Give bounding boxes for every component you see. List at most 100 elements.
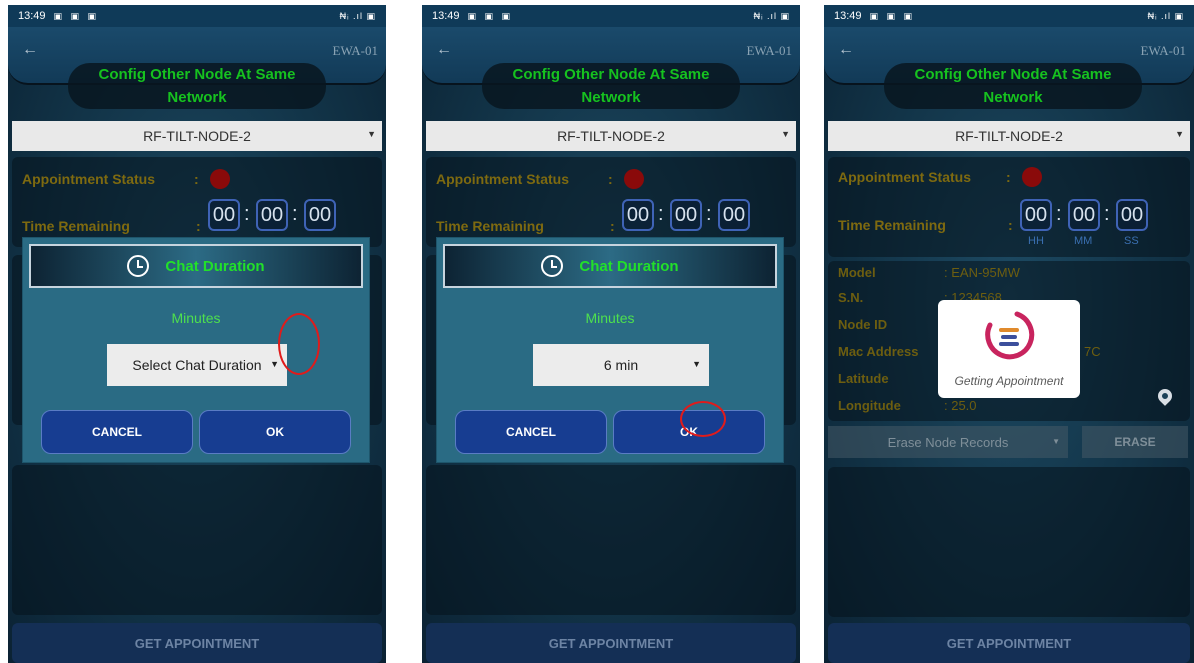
page-title: Config Other Node At Same Network: [68, 63, 326, 109]
node-select-value: RF-TILT-NODE-2: [557, 128, 665, 144]
node-select-value: RF-TILT-NODE-2: [143, 128, 251, 144]
chat-duration-select-value: Select Chat Duration: [132, 357, 262, 373]
dialog-title: Chat Duration: [165, 257, 265, 275]
erase-button[interactable]: ERASE: [1082, 426, 1188, 458]
status-indicator: [210, 169, 230, 189]
clock-icon: [127, 255, 150, 277]
annotation-circle: [680, 401, 726, 437]
status-indicator: [1022, 167, 1042, 187]
dialog-header: Chat Duration: [443, 244, 777, 288]
seconds-unit-label: SS: [1124, 235, 1139, 247]
minutes-box: 00: [1068, 199, 1100, 231]
appointment-status-label: Appointment Status: [436, 171, 569, 187]
appointment-panel: Appointment Status : Time Remaining : 00…: [828, 157, 1190, 257]
page-title-line-1: Config Other Node At Same: [914, 66, 1112, 83]
phone-screen-3: 13:49 ▣ ▣ ▣ ₦ᵢ .ıl ▣ ← EWA-01 Config Oth…: [824, 5, 1194, 663]
colon: :: [610, 218, 615, 234]
node-select[interactable]: RF-TILT-NODE-2 ▼: [426, 121, 796, 151]
phone-screen-2: 13:49 ▣ ▣ ▣ ₦ᵢ .ıl ▣ ← EWA-01 Config Oth…: [422, 5, 800, 663]
page-title-line-2: Network: [167, 89, 227, 106]
minutes-label: Minutes: [585, 310, 635, 326]
signal-battery-icons: ₦ᵢ .ıl ▣: [339, 10, 376, 21]
time-remaining-label: Time Remaining: [838, 217, 946, 233]
appointment-status-label: Appointment Status: [22, 171, 155, 187]
chat-duration-select[interactable]: Select Chat Duration ▼: [107, 344, 287, 386]
status-time: 13:49: [432, 10, 460, 22]
chat-duration-select[interactable]: 6 min ▼: [533, 344, 709, 386]
erase-records-select-value: Erase Node Records: [887, 434, 1009, 450]
model-value: : EAN-95MW: [944, 265, 1020, 280]
records-panel: [426, 465, 796, 615]
device-id: EWA-01: [332, 43, 379, 58]
node-id-label: Node ID: [838, 317, 888, 332]
appointment-status-label: Appointment Status: [838, 169, 971, 185]
hours-box: 00: [208, 199, 240, 231]
seconds-box: 00: [1116, 199, 1148, 231]
appointment-panel: Appointment Status : Time Remaining : 00…: [12, 157, 382, 247]
ok-button[interactable]: OK: [199, 410, 351, 454]
mac-address-value: 7C: [1084, 344, 1101, 359]
records-panel: [12, 465, 382, 615]
seconds-box: 00: [304, 199, 336, 231]
dropdown-arrow-icon: ▼: [1175, 129, 1184, 139]
hours-box: 00: [1020, 199, 1052, 231]
status-bar: 13:49 ▣ ▣ ▣ ₦ᵢ .ıl ▣: [824, 5, 1194, 27]
loading-text: Getting Appointment: [954, 374, 1064, 388]
colon: :: [196, 218, 201, 234]
arrow-left-icon[interactable]: ←: [838, 41, 854, 59]
time-separator: :: [1056, 203, 1062, 225]
erase-records-select[interactable]: Erase Node Records ▼: [828, 426, 1068, 458]
time-remaining-label: Time Remaining: [436, 218, 544, 234]
page-title: Config Other Node At Same Network: [482, 63, 740, 109]
time-separator: :: [292, 203, 298, 225]
page-title-line-2: Network: [581, 89, 641, 106]
node-select-value: RF-TILT-NODE-2: [955, 128, 1063, 144]
minutes-unit-label: MM: [1074, 235, 1093, 247]
dialog-header: Chat Duration: [29, 244, 363, 288]
annotation-circle: [278, 313, 320, 375]
time-remaining-label: Time Remaining: [22, 218, 130, 234]
notification-icons: ▣ ▣ ▣: [467, 10, 514, 21]
dropdown-arrow-icon: ▼: [781, 129, 790, 139]
status-bar: 13:49 ▣ ▣ ▣ ₦ᵢ .ıl ▣: [422, 5, 800, 27]
location-pin-icon[interactable]: [1155, 386, 1175, 406]
signal-battery-icons: ₦ᵢ .ıl ▣: [1147, 10, 1184, 21]
node-select[interactable]: RF-TILT-NODE-2 ▼: [828, 121, 1190, 151]
arrow-left-icon[interactable]: ←: [22, 41, 38, 59]
time-separator: :: [658, 203, 664, 225]
appointment-panel: Appointment Status : Time Remaining : 00…: [426, 157, 796, 247]
notification-icons: ▣ ▣ ▣: [53, 10, 100, 21]
arrow-left-icon[interactable]: ←: [436, 41, 452, 59]
dialog-title: Chat Duration: [579, 257, 679, 275]
colon: :: [1008, 217, 1013, 233]
node-select[interactable]: RF-TILT-NODE-2 ▼: [12, 121, 382, 151]
device-id: EWA-01: [1140, 43, 1187, 58]
get-appointment-button[interactable]: GET APPOINTMENT: [426, 623, 796, 663]
longitude-label: Longitude: [838, 398, 901, 413]
hours-box: 00: [622, 199, 654, 231]
dropdown-arrow-icon: ▼: [367, 129, 376, 139]
longitude-value: : 25.0: [944, 398, 977, 413]
status-indicator: [624, 169, 644, 189]
minutes-label: Minutes: [171, 310, 221, 326]
signal-battery-icons: ₦ᵢ .ıl ▣: [753, 10, 790, 21]
colon: :: [608, 171, 613, 187]
minutes-box: 00: [256, 199, 288, 231]
phone-screen-1: 13:49 ▣ ▣ ▣ ₦ᵢ .ıl ▣ ← EWA-01 Config Oth…: [8, 5, 386, 663]
chat-duration-select-value: 6 min: [603, 357, 639, 373]
cancel-button[interactable]: CANCEL: [455, 410, 607, 454]
cancel-button[interactable]: CANCEL: [41, 410, 193, 454]
mac-address-label: Mac Address: [838, 344, 919, 359]
dropdown-arrow-icon: ▼: [1052, 437, 1060, 446]
page-title: Config Other Node At Same Network: [884, 63, 1142, 109]
records-panel: [828, 467, 1190, 617]
chat-duration-dialog: Chat Duration Minutes 6 min ▼ CANCEL OK: [436, 237, 784, 463]
page-title-line-1: Config Other Node At Same: [512, 66, 710, 83]
status-bar: 13:49 ▣ ▣ ▣ ₦ᵢ .ıl ▣: [8, 5, 386, 27]
spinner-icon: [981, 308, 1037, 364]
get-appointment-button[interactable]: GET APPOINTMENT: [828, 623, 1190, 663]
sn-label: S.N.: [838, 290, 864, 305]
page-title-line-1: Config Other Node At Same: [98, 66, 296, 83]
get-appointment-button[interactable]: GET APPOINTMENT: [12, 623, 382, 663]
page-title-line-2: Network: [983, 89, 1043, 106]
